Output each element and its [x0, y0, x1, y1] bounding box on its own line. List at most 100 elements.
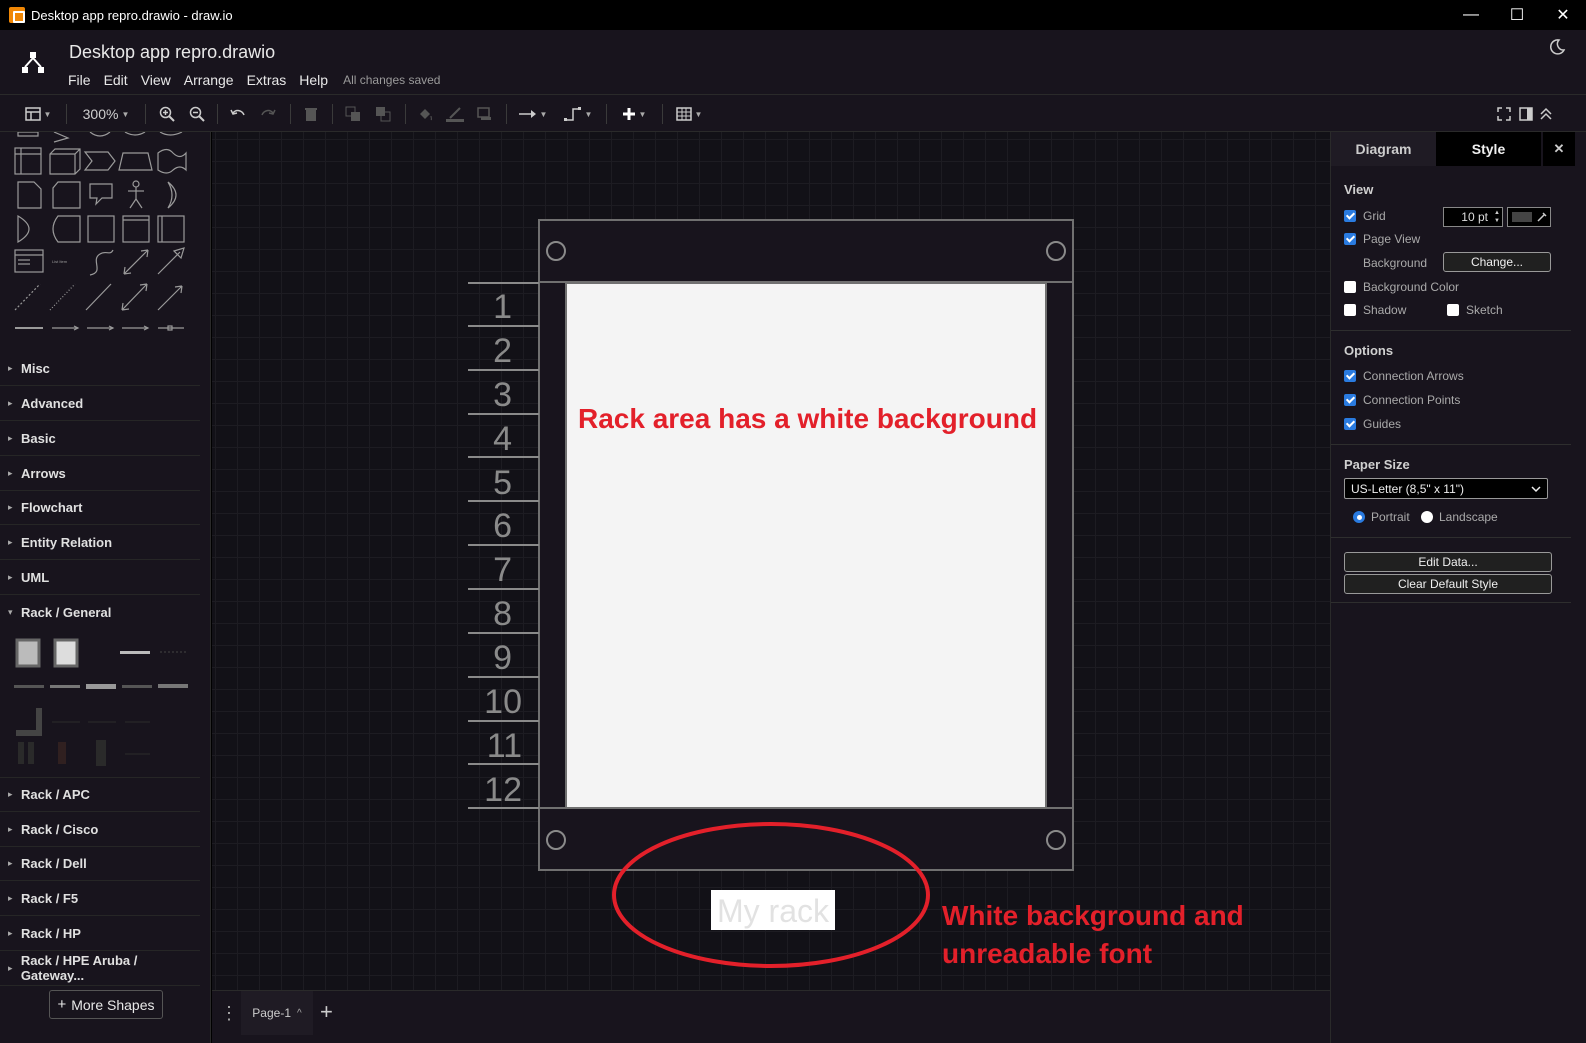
menu-file[interactable]: File	[68, 72, 91, 88]
menu-arrange[interactable]: Arrange	[184, 72, 234, 88]
connection-style-button[interactable]: ▼	[516, 95, 550, 133]
menu-view[interactable]: View	[141, 72, 171, 88]
file-name[interactable]: Desktop app repro.drawio	[69, 42, 275, 63]
category-label: Flowchart	[21, 499, 83, 515]
category-rack-dell[interactable]: ▸ Rack / Dell	[0, 846, 200, 881]
checkbox-checked-icon	[1344, 210, 1356, 222]
paper-size-section-title: Paper Size	[1344, 457, 1410, 472]
line-color-button[interactable]	[445, 95, 465, 133]
grid-label: Grid	[1363, 209, 1386, 223]
redo-icon	[261, 109, 276, 116]
chevron-right-icon: ▸	[8, 432, 13, 443]
close-panel-icon[interactable]: ✕	[1543, 132, 1575, 166]
category-rack-f5[interactable]: ▸ Rack / F5	[0, 881, 200, 916]
page-view-checkbox[interactable]: Page View	[1344, 232, 1420, 246]
menu-bar: File Edit View Arrange Extras Help All c…	[68, 72, 440, 88]
to-front-icon	[345, 106, 360, 121]
connection-points-label: Connection Points	[1363, 393, 1461, 407]
moon-icon[interactable]	[1548, 38, 1566, 56]
collapse-button[interactable]	[1536, 95, 1556, 133]
grid-checkbox[interactable]: Grid	[1344, 209, 1386, 223]
connection-arrows-checkbox[interactable]: Connection Arrows	[1344, 369, 1464, 383]
menu-extras[interactable]: Extras	[247, 72, 287, 88]
to-front-button[interactable]	[343, 95, 363, 133]
tab-style[interactable]: Style	[1436, 132, 1541, 166]
category-rack-hp[interactable]: ▸ Rack / HP	[0, 916, 200, 951]
sketch-checkbox[interactable]: Sketch	[1447, 303, 1503, 317]
format-panel-button[interactable]: ▼	[20, 95, 56, 133]
connection-points-checkbox[interactable]: Connection Points	[1344, 393, 1460, 407]
page-bar: ⋮ Page-1 ^ +	[212, 990, 1330, 1043]
menu-edit[interactable]: Edit	[104, 72, 128, 88]
fill-color-button[interactable]	[415, 95, 435, 133]
pages-menu-icon[interactable]: ⋮	[220, 1003, 238, 1024]
checkbox-unchecked-icon	[1344, 281, 1356, 293]
category-entity-relation[interactable]: ▸ Entity Relation	[0, 525, 200, 560]
redo-button[interactable]	[258, 95, 278, 133]
chevron-right-icon: ▸	[8, 501, 13, 512]
radio-selected-icon	[1353, 511, 1365, 523]
grid-color-picker[interactable]	[1507, 207, 1551, 227]
save-status[interactable]: All changes saved	[343, 73, 440, 87]
view-section-title: View	[1344, 182, 1374, 197]
rack-unit-number: 6	[493, 507, 512, 545]
waypoints-button[interactable]: ▼	[560, 95, 596, 133]
zoom-out-button[interactable]	[187, 95, 207, 133]
tab-diagram[interactable]: Diagram	[1331, 132, 1436, 166]
rack-area[interactable]	[565, 282, 1047, 809]
category-misc[interactable]: ▸ Misc	[0, 351, 200, 386]
shape-palette: List Item	[14, 132, 187, 331]
category-flowchart[interactable]: ▸ Flowchart	[0, 490, 200, 525]
app-header: Desktop app repro.drawio File Edit View …	[0, 30, 1586, 94]
category-rack-hpe-aruba[interactable]: ▸ Rack / HPE Aruba / Gateway...	[0, 951, 200, 986]
undo-button[interactable]	[228, 95, 248, 133]
portrait-radio[interactable]: Portrait	[1353, 510, 1410, 524]
chevron-up-icon[interactable]: ^	[297, 1008, 302, 1019]
toggle-panel-button[interactable]	[1516, 95, 1536, 133]
line-color-icon	[446, 107, 464, 122]
close-window-button[interactable]: ✕	[1540, 0, 1586, 30]
minimize-button[interactable]: —	[1448, 0, 1494, 30]
zoom-in-button[interactable]	[157, 95, 177, 133]
delete-button[interactable]	[301, 95, 321, 133]
menu-help[interactable]: Help	[299, 72, 328, 88]
rack-unit-number: 3	[493, 376, 512, 414]
drawio-logo-icon[interactable]	[20, 50, 46, 76]
category-uml[interactable]: ▸ UML	[0, 560, 200, 595]
clear-default-style-button[interactable]: Clear Default Style	[1344, 574, 1552, 594]
edit-data-button[interactable]: Edit Data...	[1344, 552, 1552, 572]
insert-icon	[622, 108, 635, 120]
stepper-icon[interactable]: ▲ ▼	[1494, 209, 1500, 225]
shadow-button[interactable]	[475, 95, 495, 133]
undo-icon	[230, 109, 245, 116]
checkbox-checked-icon	[1344, 418, 1356, 430]
guides-checkbox[interactable]: Guides	[1344, 417, 1401, 431]
diagram-canvas[interactable]: 1 2 3 4 5 6 7 8 9 10 11 12 Rack area has…	[212, 132, 1330, 990]
category-basic[interactable]: ▸ Basic	[0, 421, 200, 456]
zoom-select[interactable]: 300% ▼	[76, 95, 136, 133]
toolbar: ▼ 300% ▼ ▼ ▼ ▼ ▼	[0, 94, 1586, 132]
paper-size-select[interactable]: US-Letter (8,5" x 11")	[1344, 478, 1548, 499]
more-shapes-button[interactable]: + More Shapes	[49, 990, 163, 1019]
grid-size-input[interactable]: 10 pt ▲ ▼	[1443, 207, 1503, 227]
category-rack-apc[interactable]: ▸ Rack / APC	[0, 777, 200, 812]
background-color-checkbox[interactable]: Background Color	[1344, 280, 1459, 294]
category-label: Rack / General	[21, 605, 112, 620]
category-rack-cisco[interactable]: ▸ Rack / Cisco	[0, 812, 200, 847]
category-label: Rack / HPE Aruba / Gateway...	[20, 953, 138, 983]
table-button[interactable]: ▼	[672, 95, 706, 133]
category-rack-general[interactable]: ▾ Rack / General	[0, 595, 200, 630]
fullscreen-button[interactable]	[1494, 95, 1514, 133]
landscape-radio[interactable]: Landscape	[1421, 510, 1498, 524]
checkbox-unchecked-icon	[1447, 304, 1459, 316]
category-advanced[interactable]: ▸ Advanced	[0, 386, 200, 421]
shadow-checkbox[interactable]: Shadow	[1344, 303, 1406, 317]
maximize-button[interactable]: ☐	[1494, 0, 1540, 30]
checkbox-unchecked-icon	[1344, 304, 1356, 316]
page-tab-page-1[interactable]: Page-1 ^	[241, 991, 313, 1035]
to-back-button[interactable]	[373, 95, 393, 133]
insert-button[interactable]: ▼	[616, 95, 652, 133]
add-page-button[interactable]: +	[320, 999, 333, 1025]
category-arrows[interactable]: ▸ Arrows	[0, 456, 200, 491]
change-background-button[interactable]: Change...	[1443, 252, 1551, 272]
